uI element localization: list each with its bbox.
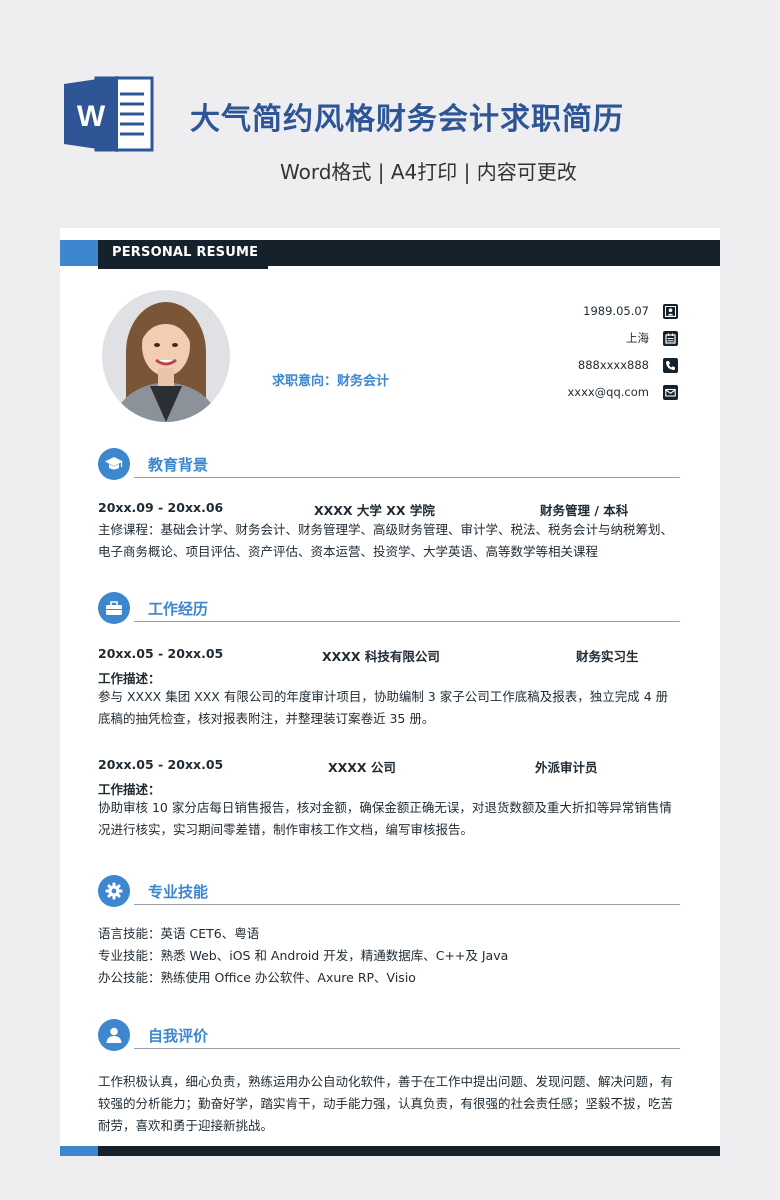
section-divider bbox=[134, 477, 680, 478]
education-school: XXXX 大学 XX 学院 bbox=[314, 503, 435, 518]
work-row: 20xx.05 - 20xx.05 XXXX 科技有限公司 财务实习生 bbox=[98, 646, 680, 664]
work-company: XXXX 公司 bbox=[328, 760, 396, 775]
mail-icon bbox=[663, 384, 678, 400]
work-desc-label: 工作描述： bbox=[98, 671, 161, 686]
section-education-title: 教育背景 bbox=[148, 456, 209, 474]
graduation-cap-icon bbox=[98, 448, 130, 480]
person-icon bbox=[663, 303, 678, 319]
contact-phone-text: 888xxxx888 bbox=[577, 358, 649, 372]
banner-subtitle: Word格式 | A4打印 | 内容可更改 bbox=[280, 160, 577, 184]
section-skills-title: 专业技能 bbox=[148, 883, 209, 901]
header-accent-bar bbox=[60, 240, 98, 266]
contact-location: 上海 bbox=[626, 329, 678, 347]
contact-location-text: 上海 bbox=[626, 331, 649, 345]
contact-birthdate: 1989.05.07 bbox=[583, 302, 678, 320]
section-work-title: 工作经历 bbox=[148, 600, 209, 618]
section-self-header: 自我评价 bbox=[98, 1019, 680, 1053]
self-evaluation-text: 工作积极认真，细心负责，熟练运用办公自动化软件，善于在工作中提出问题、发现问题、… bbox=[98, 1074, 674, 1133]
education-courses: 主修课程：基础会计学、财务会计、财务管理学、高级财务管理、审计学、税法、税务会计… bbox=[98, 522, 674, 559]
contact-birthdate-text: 1989.05.07 bbox=[583, 304, 649, 318]
section-self-title: 自我评价 bbox=[148, 1027, 209, 1045]
calendar-icon bbox=[663, 330, 678, 346]
footer-accent-bar bbox=[60, 1146, 98, 1156]
work-period: 20xx.05 - 20xx.05 bbox=[98, 757, 224, 772]
contact-phone: 888xxxx888 bbox=[578, 356, 678, 374]
work-company: XXXX 科技有限公司 bbox=[322, 649, 440, 664]
phone-icon bbox=[663, 357, 678, 373]
job-intent: 求职意向：财务会计 bbox=[272, 370, 389, 389]
job-intent-label: 求职意向： bbox=[272, 374, 338, 389]
user-icon bbox=[98, 1019, 130, 1051]
work-row: 20xx.05 - 20xx.05 XXXX 公司 外派审计员 bbox=[98, 757, 680, 775]
skill-item: 专业技能：熟悉 Web、iOS 和 Android 开发，精通数据库、C++及 … bbox=[98, 948, 509, 963]
work-desc: 协助审核 10 家分店每日销售报告，核对金额，确保金额正确无误，对退货数额及重大… bbox=[98, 800, 672, 837]
contact-email: xxxx@qq.com bbox=[567, 383, 678, 401]
work-desc-label: 工作描述： bbox=[98, 782, 161, 797]
skill-item: 语言技能：英语 CET6、粤语 bbox=[98, 926, 260, 941]
education-major: 财务管理 / 本科 bbox=[540, 503, 629, 518]
word-logo-icon: W bbox=[64, 76, 154, 152]
section-divider bbox=[134, 1048, 680, 1049]
footer-dark-bar bbox=[98, 1146, 720, 1156]
section-work-header: 工作经历 bbox=[98, 592, 680, 626]
profile-photo bbox=[102, 290, 230, 422]
contact-email-text: xxxx@qq.com bbox=[567, 385, 649, 399]
skill-item: 办公技能：熟练使用 Office 办公软件、Axure RP、Visio bbox=[98, 970, 416, 985]
gear-icon bbox=[98, 875, 130, 907]
education-row: 20xx.09 - 20xx.06 XXXX 大学 XX 学院 财务管理 / 本… bbox=[98, 500, 680, 518]
section-education-header: 教育背景 bbox=[98, 448, 680, 482]
education-period: 20xx.09 - 20xx.06 bbox=[98, 500, 224, 515]
section-divider bbox=[134, 904, 680, 905]
work-desc: 参与 XXXX 集团 XXX 有限公司的年度审计项目，协助编制 3 家子公司工作… bbox=[98, 689, 669, 726]
section-skills-header: 专业技能 bbox=[98, 875, 680, 909]
word-logo-letter: W bbox=[77, 100, 106, 133]
resume-header-label: PERSONAL RESUME bbox=[112, 245, 259, 260]
work-position: 外派审计员 bbox=[535, 760, 598, 775]
work-position: 财务实习生 bbox=[576, 649, 639, 664]
header-underline bbox=[98, 266, 268, 269]
job-intent-value: 财务会计 bbox=[337, 374, 390, 389]
banner-title: 大气简约风格财务会计求职简历 bbox=[190, 102, 624, 137]
section-divider bbox=[134, 621, 680, 622]
briefcase-icon bbox=[98, 592, 130, 624]
work-period: 20xx.05 - 20xx.05 bbox=[98, 646, 224, 661]
resume-page: PERSONAL RESUME 求职意向：财务会计 1989.05.07 上海 bbox=[60, 228, 720, 1156]
